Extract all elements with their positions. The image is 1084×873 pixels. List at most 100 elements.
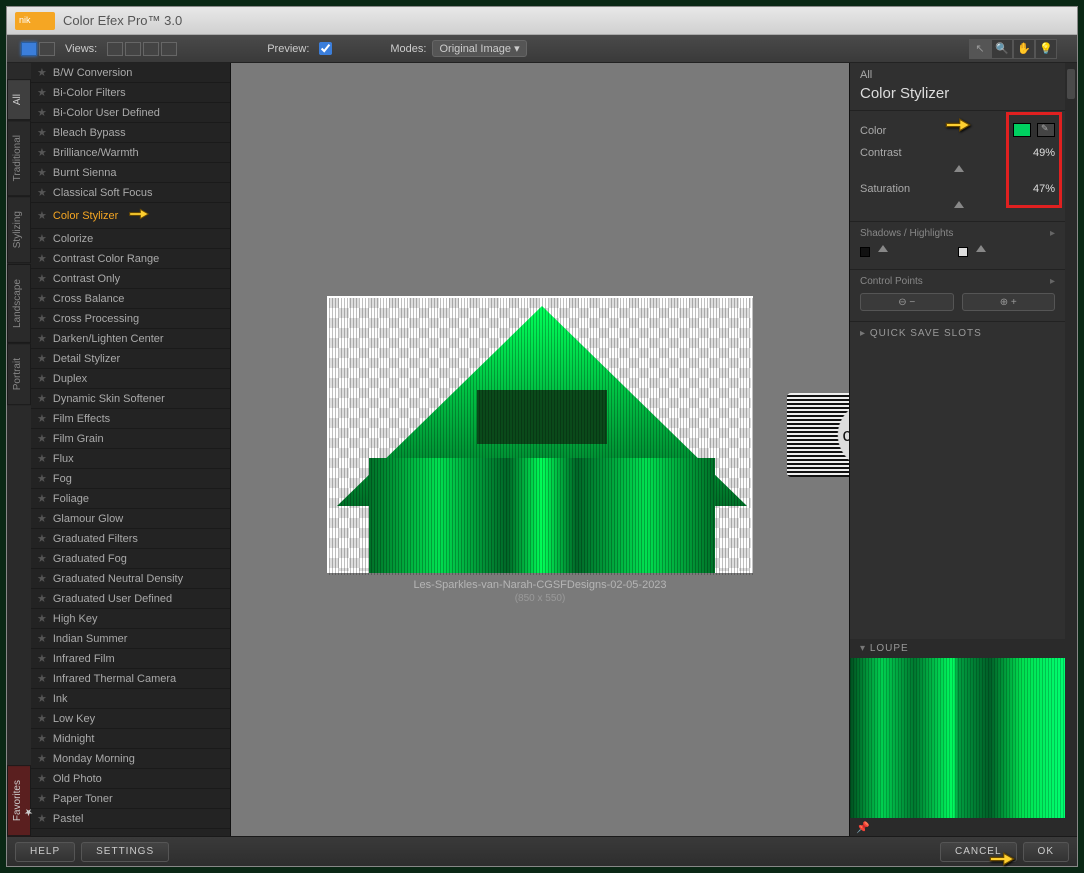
star-icon[interactable]: ★ [37, 712, 47, 725]
loupe-label[interactable]: LOUPE [850, 639, 1065, 658]
pin-icon[interactable]: 📌 [856, 821, 870, 834]
star-icon[interactable]: ★ [37, 166, 47, 179]
zoom-tool-icon[interactable]: 🔍 [991, 39, 1013, 59]
filter-item[interactable]: ★Bi-Color User Defined [31, 103, 230, 123]
category-tab-all[interactable]: All [7, 79, 31, 120]
layout-4[interactable] [161, 42, 177, 56]
filter-item[interactable]: ★Bleach Bypass [31, 123, 230, 143]
star-icon[interactable]: ★ [37, 106, 47, 119]
filter-item[interactable]: ★Paper Toner [31, 789, 230, 809]
filter-item[interactable]: ★Bi-Color Filters [31, 83, 230, 103]
contrast-value[interactable]: 49% [1033, 147, 1055, 159]
chevron-right-icon[interactable]: ▸ [1050, 276, 1055, 287]
loupe-preview[interactable] [850, 658, 1065, 818]
star-icon[interactable]: ★ [37, 572, 47, 585]
filter-item[interactable]: ★Colorize [31, 229, 230, 249]
star-icon[interactable]: ★ [37, 772, 47, 785]
filter-item[interactable]: ★Infrared Thermal Camera [31, 669, 230, 689]
star-icon[interactable]: ★ [37, 532, 47, 545]
star-icon[interactable]: ★ [37, 672, 47, 685]
filter-item[interactable]: ★Film Effects [31, 409, 230, 429]
star-icon[interactable]: ★ [37, 612, 47, 625]
star-icon[interactable]: ★ [37, 186, 47, 199]
chevron-right-icon[interactable]: ▸ [1050, 228, 1055, 239]
star-icon[interactable]: ★ [37, 146, 47, 159]
view-mode-2[interactable] [39, 42, 55, 56]
quick-save-slots[interactable]: QUICK SAVE SLOTS [850, 322, 1065, 345]
filter-item[interactable]: ★Ink [31, 689, 230, 709]
star-icon[interactable]: ★ [37, 252, 47, 265]
star-icon[interactable]: ★ [37, 392, 47, 405]
filter-item[interactable]: ★Contrast Only [31, 269, 230, 289]
right-scrollbar[interactable] [1065, 63, 1077, 836]
category-tab-portrait[interactable]: Portrait [7, 343, 31, 405]
filter-item[interactable]: ★Brilliance/Warmth [31, 143, 230, 163]
preview-checkbox[interactable] [319, 42, 332, 55]
star-icon[interactable]: ★ [37, 126, 47, 139]
filter-item[interactable]: ★Foliage [31, 489, 230, 509]
highlights-slider[interactable] [958, 245, 1056, 259]
star-icon[interactable]: ★ [37, 372, 47, 385]
star-icon[interactable]: ★ [37, 292, 47, 305]
shadows-slider[interactable] [860, 245, 958, 259]
filter-item[interactable]: ★Contrast Color Range [31, 249, 230, 269]
filter-item[interactable]: ★Graduated User Defined [31, 589, 230, 609]
ok-button[interactable]: OK [1023, 842, 1069, 862]
filter-item[interactable]: ★Duplex [31, 369, 230, 389]
star-icon[interactable]: ★ [37, 752, 47, 765]
filter-item[interactable]: ★High Key [31, 609, 230, 629]
view-mode-1[interactable] [21, 42, 37, 56]
favorites-tab[interactable]: Favorites [7, 765, 31, 836]
star-icon[interactable]: ★ [37, 66, 47, 79]
filter-item[interactable]: ★Old Photo [31, 769, 230, 789]
star-icon[interactable]: ★ [37, 512, 47, 525]
filter-item[interactable]: ★Classical Soft Focus [31, 183, 230, 203]
filter-item[interactable]: ★Monday Morning [31, 749, 230, 769]
star-icon[interactable]: ★ [37, 209, 47, 222]
filter-item[interactable]: ★Glamour Glow [31, 509, 230, 529]
filter-item[interactable]: ★B/W Conversion [31, 63, 230, 83]
star-icon[interactable]: ★ [37, 792, 47, 805]
filter-item[interactable]: ★Graduated Neutral Density [31, 569, 230, 589]
filter-item[interactable]: ★Infrared Film [31, 649, 230, 669]
light-tool-icon[interactable]: 💡 [1035, 39, 1057, 59]
filter-item[interactable]: ★Cross Processing [31, 309, 230, 329]
help-button[interactable]: HELP [15, 842, 75, 862]
arrow-tool-icon[interactable]: ↖ [969, 39, 991, 59]
star-icon[interactable]: ★ [37, 732, 47, 745]
filter-list[interactable]: ★B/W Conversion★Bi-Color Filters★Bi-Colo… [31, 63, 231, 836]
star-icon[interactable]: ★ [37, 652, 47, 665]
remove-control-point-button[interactable]: ⊖ − [860, 293, 954, 311]
filter-item[interactable]: ★Cross Balance [31, 289, 230, 309]
saturation-value[interactable]: 47% [1033, 183, 1055, 195]
category-tab-landscape[interactable]: Landscape [7, 264, 31, 343]
star-icon[interactable]: ★ [37, 272, 47, 285]
filter-item[interactable]: ★Graduated Filters [31, 529, 230, 549]
star-icon[interactable]: ★ [37, 86, 47, 99]
filter-item[interactable]: ★Graduated Fog [31, 549, 230, 569]
star-icon[interactable]: ★ [37, 472, 47, 485]
layout-1[interactable] [107, 42, 123, 56]
star-icon[interactable]: ★ [37, 232, 47, 245]
filter-item[interactable]: ★Darken/Lighten Center [31, 329, 230, 349]
filter-item[interactable]: ★Midnight [31, 729, 230, 749]
star-icon[interactable]: ★ [37, 692, 47, 705]
preview-canvas[interactable]: Les-Sparkles-van-Narah-CGSFDesigns-02-05… [231, 63, 849, 836]
layout-2[interactable] [125, 42, 141, 56]
saturation-slider[interactable] [860, 201, 1055, 211]
pan-tool-icon[interactable]: ✋ [1013, 39, 1035, 59]
add-control-point-button[interactable]: ⊕ + [962, 293, 1056, 311]
category-tab-traditional[interactable]: Traditional [7, 120, 31, 196]
star-icon[interactable]: ★ [37, 452, 47, 465]
category-tab-stylizing[interactable]: Stylizing [7, 196, 31, 263]
modes-select[interactable]: Original Image ▾ [432, 40, 526, 57]
filter-item[interactable]: ★Dynamic Skin Softener [31, 389, 230, 409]
filter-item[interactable]: ★Detail Stylizer [31, 349, 230, 369]
star-icon[interactable]: ★ [37, 812, 47, 825]
filter-item[interactable]: ★Indian Summer [31, 629, 230, 649]
star-icon[interactable]: ★ [37, 352, 47, 365]
filter-item[interactable]: ★Low Key [31, 709, 230, 729]
filter-item[interactable]: ★Flux [31, 449, 230, 469]
color-swatch[interactable] [1013, 123, 1031, 137]
star-icon[interactable]: ★ [37, 332, 47, 345]
